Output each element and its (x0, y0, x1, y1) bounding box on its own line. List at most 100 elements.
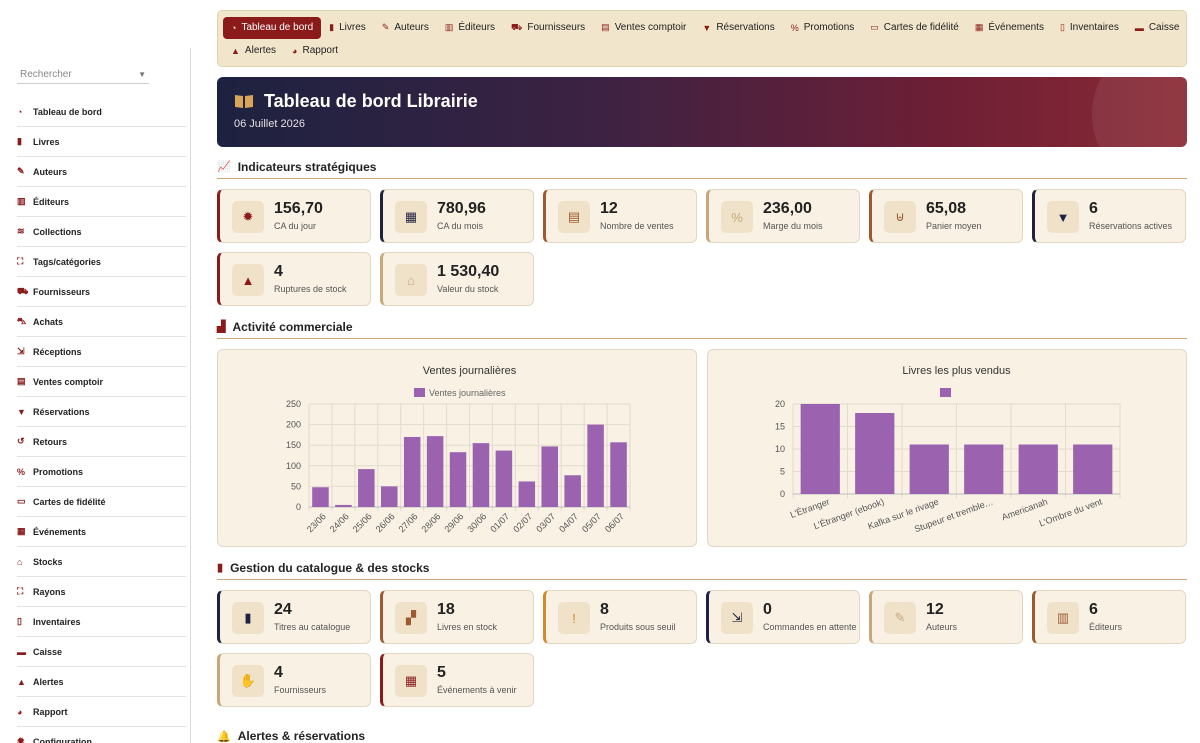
gauge-icon: ◔ (17, 106, 23, 117)
top-nav-item-row1-10[interactable]: ▯ Inventaires (1052, 17, 1127, 39)
sidebar-item-19[interactable]: ▲ Alertes (17, 667, 186, 697)
sidebar-item-3[interactable]: ▥ Éditeurs (17, 187, 186, 217)
stat-card: ▦ 780,96 CA du mois (380, 189, 534, 243)
top-nav-item-row2-0[interactable]: ▲ Alertes (223, 40, 284, 62)
bar-04/07[interactable] (564, 475, 581, 507)
sidebar-item-18[interactable]: ▬ Caisse (17, 637, 186, 667)
top-nav-item-row1-3[interactable]: ▥ Éditeurs (437, 17, 503, 39)
section-catalogue-title: Gestion du catalogue & des stocks (230, 560, 430, 575)
calendar-icon: ▦ (395, 665, 427, 697)
bar-29/06[interactable] (449, 452, 467, 507)
bar-27/06[interactable] (403, 436, 421, 507)
sidebar-menu: ◔ Tableau de bord ▮ Livres ✎ Auteurs ▥ Éditeurs… (0, 97, 190, 743)
bar-26/06[interactable] (380, 486, 398, 507)
x-tick-label: 04/07 (557, 511, 580, 534)
top-nav-item-row2-1[interactable]: ◕ Rapport (284, 40, 346, 62)
bar-25/06[interactable] (358, 469, 375, 507)
top-nav-label: Ventes comptoir (614, 22, 687, 33)
top-nav-label: Livres (339, 22, 366, 33)
stat-label: CA du mois (437, 221, 484, 231)
top-nav-item-row1-0[interactable]: ◔ Tableau de bord (223, 16, 322, 39)
warehouse-icon: ⌂ (17, 556, 23, 567)
sidebar-item-11[interactable]: ↺ Retours (17, 427, 186, 457)
top-nav-item-row1-8[interactable]: ▭ Cartes de fidélité (862, 17, 967, 39)
stat-label: Livres en stock (437, 622, 498, 632)
sidebar-item-0[interactable]: ◔ Tableau de bord (17, 97, 186, 127)
bar-05/07[interactable] (587, 424, 604, 507)
sidebar-item-13[interactable]: ▭ Cartes de fidélité (17, 487, 186, 517)
calendar-icon: ▦ (974, 22, 984, 32)
top-nav-label: Promotions (803, 22, 855, 33)
bar-06/07[interactable] (610, 442, 627, 507)
sidebar-item-17[interactable]: ▯ Inventaires (17, 607, 186, 637)
bar-L'Étranger[interactable] (800, 404, 840, 494)
legend-swatch (414, 388, 425, 397)
sidebar-item-16[interactable]: ⛶ Rayons (17, 577, 186, 607)
stat-value: 4 (274, 664, 283, 681)
sidebar-item-label: Configuration (33, 736, 92, 743)
legend-swatch (940, 388, 951, 397)
top-nav-item-row1-2[interactable]: ✎ Auteurs (374, 17, 437, 39)
calendar-icon: ▦ (395, 201, 427, 233)
sidebar-item-5[interactable]: ⛶ Tags/catégories (17, 247, 186, 277)
stat-card: ▲ 4 Ruptures de stock (217, 252, 371, 306)
dolly-icon: ⇲ (17, 346, 25, 356)
bar-Stupeur et tremble…[interactable] (964, 444, 1004, 495)
sidebar-item-2[interactable]: ✎ Auteurs (17, 157, 186, 187)
sidebar-item-6[interactable]: ⛟ Fournisseurs (17, 277, 186, 307)
bar-28/06[interactable] (426, 436, 444, 507)
bar-L'Étranger (ebook)[interactable] (855, 413, 895, 494)
section-catalogue-stock: ▮ Gestion du catalogue & des stocks (217, 560, 1187, 580)
x-tick-label: 02/07 (511, 511, 534, 534)
bar-Kafka sur le rivage[interactable] (909, 444, 949, 495)
current-date: 06 Juillet 2026 (234, 118, 305, 130)
sidebar-item-20[interactable]: ◕ Rapport (17, 697, 186, 727)
stat-value: 65,08 (926, 200, 967, 217)
bar-L'Ombre du vent[interactable] (1073, 444, 1113, 495)
sidebar-item-12[interactable]: % Promotions (17, 457, 186, 487)
bar-23/06[interactable] (312, 487, 329, 507)
sidebar-item-4[interactable]: ≋ Collections (17, 217, 186, 247)
stat-label: Événements à venir (437, 685, 517, 695)
y-tick-label: 15 (775, 422, 785, 432)
cash-register-icon: ▤ (17, 376, 26, 386)
bar-24/06[interactable] (335, 504, 352, 507)
bar-Americanah[interactable] (1018, 444, 1058, 495)
bar-01/07[interactable] (495, 450, 513, 507)
sidebar-item-14[interactable]: ▦ Événements (17, 517, 186, 547)
sidebar-item-10[interactable]: ▼ Réservations (17, 397, 186, 427)
sidebar-item-21[interactable]: ✹ Configuration (17, 727, 186, 743)
sidebar-item-9[interactable]: ▤ Ventes comptoir (17, 367, 186, 397)
top-nav-item-row1-11[interactable]: ▬ Caisse (1127, 17, 1188, 39)
top-nav-label: Tableau de bord (241, 22, 314, 33)
sidebar-item-1[interactable]: ▮ Livres (17, 127, 186, 157)
top-nav-item-row1-5[interactable]: ▤ Ventes comptoir (593, 17, 694, 39)
top-nav-item-row1-9[interactable]: ▦ Événements (967, 17, 1052, 39)
bar-03/07[interactable] (541, 446, 559, 507)
stat-value: 5 (437, 664, 446, 681)
x-tick-label: 25/06 (351, 511, 374, 534)
sidebar-search-select[interactable]: Rechercher ▼ (17, 66, 149, 84)
sidebar-item-15[interactable]: ⌂ Stocks (17, 547, 186, 577)
top-nav-item-row1-1[interactable]: ▮ Livres (321, 17, 374, 39)
clipboard-icon: ▯ (17, 616, 22, 626)
top-nav-label: Inventaires (1069, 22, 1119, 33)
top-nav-item-row1-4[interactable]: ⛟ Fournisseurs (503, 17, 593, 39)
id-card-icon: ▭ (17, 496, 26, 506)
percent-icon: % (790, 22, 799, 33)
top-nav-item-row1-6[interactable]: ▼ Réservations (694, 17, 782, 39)
x-tick-label: 29/06 (442, 511, 465, 534)
stat-label: Commandes en attente (763, 622, 857, 632)
bar-02/07[interactable] (518, 481, 536, 507)
top-nav-label: Alertes (244, 45, 277, 56)
top-nav-label: Éditeurs (458, 22, 496, 33)
top-nav-row-1: ◔ Tableau de bord ▮ Livres ✎ Auteurs ▥ Éditeurs… (223, 16, 1181, 39)
top-nav-item-row1-7[interactable]: % Promotions (783, 17, 863, 39)
pie-icon: ◕ (17, 706, 23, 717)
stat-card: ⊎ 65,08 Panier moyen (869, 189, 1023, 243)
sidebar: Rechercher ▼ ◔ Tableau de bord ▮ Livres ✎ Aut… (0, 48, 191, 743)
sidebar-item-7[interactable]: ⛍ Achats (17, 307, 186, 337)
feather-icon: ✎ (381, 22, 390, 32)
sidebar-item-8[interactable]: ⇲ Réceptions (17, 337, 186, 367)
bar-30/06[interactable] (472, 443, 490, 507)
